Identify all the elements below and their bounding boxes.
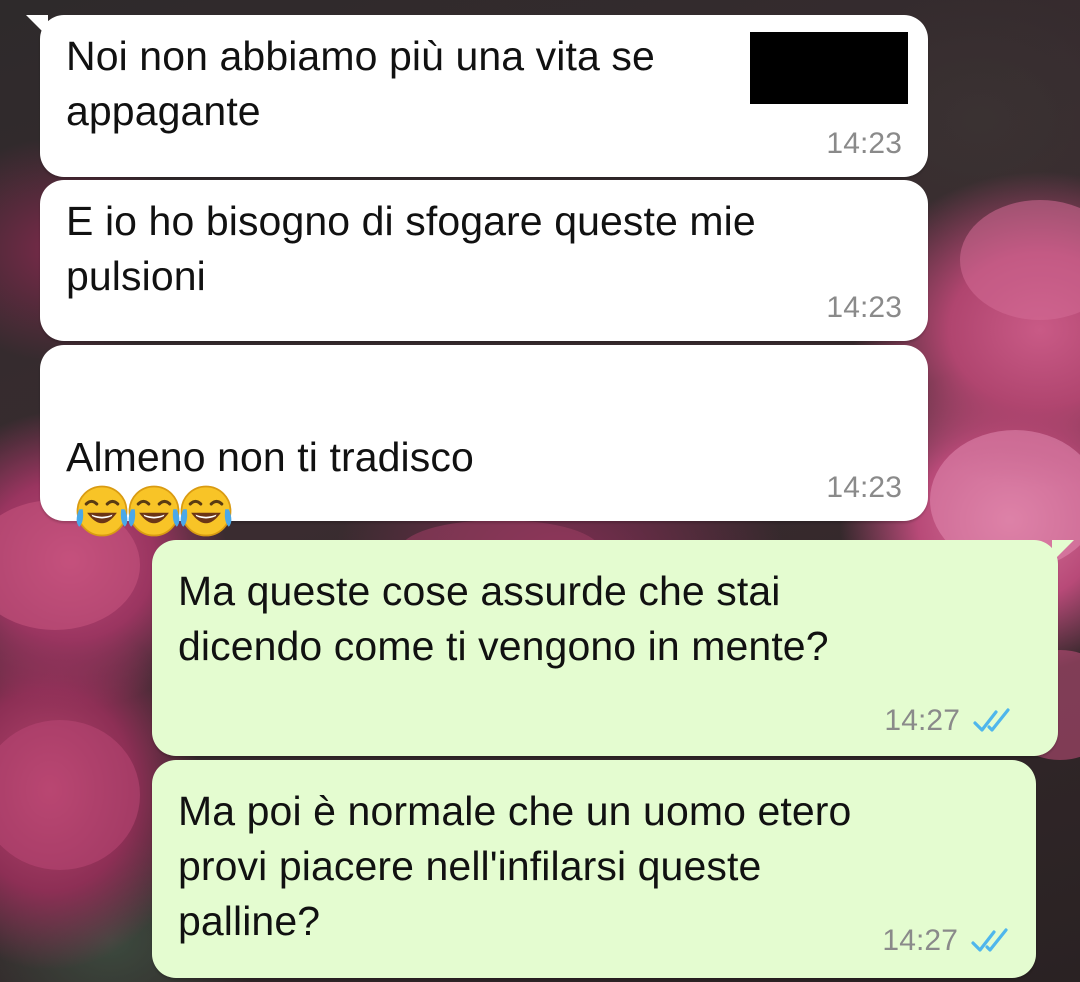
redaction-box bbox=[750, 32, 908, 104]
message-meta: 14:23 bbox=[826, 291, 902, 325]
face-with-tears-of-joy-icon bbox=[180, 485, 232, 537]
incoming-message-bubble[interactable]: Noi non abbiamo più una vita se appagant… bbox=[26, 15, 928, 177]
face-with-tears-of-joy-icon bbox=[76, 485, 128, 537]
bubble-tail bbox=[26, 15, 48, 37]
outgoing-message-bubble[interactable]: Ma poi è normale che un uomo etero provi… bbox=[152, 760, 1036, 978]
outgoing-message-bubble[interactable]: Ma queste cose assurde che stai dicendo … bbox=[152, 540, 1074, 756]
message-text: Almeno non ti tradisco bbox=[66, 434, 474, 480]
message-timestamp: 14:23 bbox=[826, 471, 902, 504]
message-meta: 14:27 bbox=[884, 704, 1018, 738]
message-meta: 14:27 bbox=[882, 924, 1016, 958]
message-text: E io ho bisogno di sfogare queste mie pu… bbox=[66, 198, 756, 299]
message-meta: 14:23 bbox=[826, 127, 902, 161]
message-timestamp: 14:23 bbox=[826, 127, 902, 160]
incoming-message-bubble[interactable]: E io ho bisogno di sfogare queste mie pu… bbox=[40, 180, 928, 341]
message-timestamp: 14:27 bbox=[882, 924, 958, 957]
face-with-tears-of-joy-icon bbox=[128, 485, 180, 537]
message-timestamp: 14:23 bbox=[826, 291, 902, 324]
message-timestamp: 14:27 bbox=[884, 704, 960, 737]
message-text: Ma queste cose assurde che stai dicendo … bbox=[178, 568, 829, 669]
double-check-read-icon bbox=[973, 708, 1010, 732]
message-meta: 14:23 bbox=[826, 471, 902, 505]
message-content: Almeno non ti tradisco bbox=[66, 375, 904, 543]
double-check-read-icon bbox=[971, 928, 1008, 952]
incoming-message-bubble[interactable]: Almeno non ti tradisco 14:23 bbox=[40, 345, 928, 537]
bubble-tail bbox=[1052, 540, 1074, 562]
